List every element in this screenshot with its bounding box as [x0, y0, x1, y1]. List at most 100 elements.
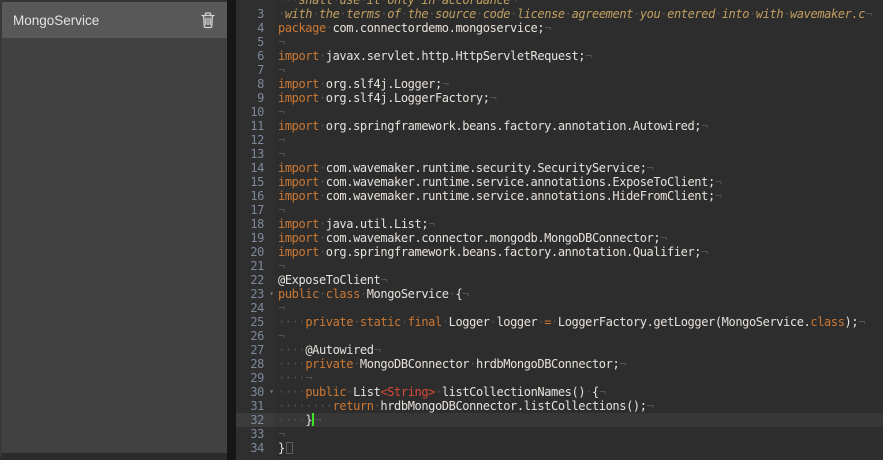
- line-number[interactable]: 21: [236, 259, 275, 273]
- line-number[interactable]: 23▾: [236, 287, 275, 301]
- line-end-marker: ¬: [278, 63, 285, 77]
- line-number[interactable]: 15: [236, 175, 275, 189]
- line-end-marker: ¬: [510, 0, 517, 7]
- line-end-marker: ¬: [490, 91, 497, 105]
- line-number[interactable]: 5: [236, 35, 275, 49]
- service-name-label: MongoService: [13, 13, 196, 28]
- code-line[interactable]: 24¬: [236, 301, 883, 315]
- line-number[interactable]: 34: [236, 441, 275, 455]
- line-end-marker: ¬: [701, 119, 708, 133]
- line-end-marker: ¬: [278, 133, 285, 147]
- code-line[interactable]: 31········return·hrdbMongoDBConnector.li…: [236, 399, 883, 413]
- code-lines: ···shall·use·it·only·in·accordance¬3·wit…: [236, 0, 883, 455]
- code-line[interactable]: 18import·java.util.List;¬: [236, 217, 883, 231]
- line-end-marker: ¬: [442, 77, 449, 91]
- line-end-marker: ¬: [865, 7, 872, 21]
- fold-icon[interactable]: ▾: [269, 287, 274, 301]
- line-number[interactable]: 28: [236, 357, 275, 371]
- code-line[interactable]: 16import·com.wavemaker.runtime.service.a…: [236, 189, 883, 203]
- code-line[interactable]: 21¬: [236, 259, 883, 273]
- line-number[interactable]: 3: [236, 7, 275, 21]
- code-line[interactable]: 4package·com.connectordemo.mongoservice;…: [236, 21, 883, 35]
- line-number[interactable]: 11: [236, 119, 275, 133]
- panel-splitter[interactable]: [227, 0, 236, 460]
- line-end-marker: ¬: [428, 217, 435, 231]
- line-number[interactable]: 20: [236, 245, 275, 259]
- line-end-marker: ¬: [278, 147, 285, 161]
- code-line[interactable]: 28····private·MongoDBConnector·hrdbMongo…: [236, 357, 883, 371]
- line-number[interactable]: 30▾: [236, 385, 275, 399]
- code-line[interactable]: 10¬: [236, 105, 883, 119]
- line-end-marker: ¬: [314, 413, 321, 427]
- line-number[interactable]: 7: [236, 63, 275, 77]
- line-number[interactable]: 13: [236, 147, 275, 161]
- line-number[interactable]: 27: [236, 343, 275, 357]
- fold-icon[interactable]: ▾: [269, 385, 274, 399]
- code-line[interactable]: 27····@Autowired¬: [236, 343, 883, 357]
- line-number[interactable]: 24: [236, 301, 275, 315]
- line-number[interactable]: 12: [236, 133, 275, 147]
- code-editor[interactable]: ···shall·use·it·only·in·accordance¬3·wit…: [236, 0, 883, 460]
- line-end-marker: ¬: [278, 203, 285, 217]
- code-line[interactable]: 25····private·static·final·Logger·logger…: [236, 315, 883, 329]
- code-line[interactable]: 13¬: [236, 147, 883, 161]
- line-number[interactable]: 8: [236, 77, 275, 91]
- line-end-marker: ¬: [278, 329, 285, 343]
- line-number[interactable]: 16: [236, 189, 275, 203]
- code-line[interactable]: 34}: [236, 441, 883, 455]
- code-line[interactable]: 14import·com.wavemaker.runtime.security.…: [236, 161, 883, 175]
- line-end-marker: ¬: [278, 35, 285, 49]
- line-number[interactable]: 4: [236, 21, 275, 35]
- line-number[interactable]: 6: [236, 49, 275, 63]
- code-line[interactable]: 12¬: [236, 133, 883, 147]
- line-number[interactable]: 31: [236, 399, 275, 413]
- line-end-marker: ¬: [585, 49, 592, 63]
- line-end-marker: ¬: [380, 273, 387, 287]
- line-end-marker: ¬: [858, 315, 865, 329]
- line-number[interactable]: 14: [236, 161, 275, 175]
- line-number[interactable]: 19: [236, 231, 275, 245]
- line-number[interactable]: [236, 0, 275, 7]
- line-end-marker: ¬: [305, 371, 312, 385]
- code-line[interactable]: 23▾public·class·MongoService·{¬: [236, 287, 883, 301]
- code-line[interactable]: 26¬: [236, 329, 883, 343]
- delete-service-button[interactable]: [196, 7, 220, 33]
- code-line[interactable]: ···shall·use·it·only·in·accordance¬: [236, 0, 883, 7]
- code-line[interactable]: 17¬: [236, 203, 883, 217]
- code-line[interactable]: 3·with·the·terms·of·the·source·code·lice…: [236, 7, 883, 21]
- line-end-marker: ¬: [278, 105, 285, 119]
- line-end-marker: ¬: [278, 301, 285, 315]
- line-end-marker: ¬: [647, 161, 654, 175]
- code-line[interactable]: 15import·com.wavemaker.runtime.service.a…: [236, 175, 883, 189]
- code-line[interactable]: 8import·org.slf4j.Logger;¬: [236, 77, 883, 91]
- code-line[interactable]: 6import·javax.servlet.http.HttpServletRe…: [236, 49, 883, 63]
- code-line[interactable]: 32····}¬: [236, 413, 883, 427]
- code-line[interactable]: 9import·org.slf4j.LoggerFactory;¬: [236, 91, 883, 105]
- code-line[interactable]: 11import·org.springframework.beans.facto…: [236, 119, 883, 133]
- code-line[interactable]: 22@ExposeToClient¬: [236, 273, 883, 287]
- code-line[interactable]: 19import·com.wavemaker.connector.mongodb…: [236, 231, 883, 245]
- sidebar-item-mongoservice[interactable]: MongoService: [2, 2, 227, 38]
- line-end-marker: ¬: [715, 189, 722, 203]
- code-line[interactable]: 5¬: [236, 35, 883, 49]
- code-line[interactable]: 20import·org.springframework.beans.facto…: [236, 245, 883, 259]
- code-line[interactable]: 30▾····public·List<String>·listCollectio…: [236, 385, 883, 399]
- code-line[interactable]: 33¬: [236, 427, 883, 441]
- line-number[interactable]: 22: [236, 273, 275, 287]
- line-number[interactable]: 18: [236, 217, 275, 231]
- line-number[interactable]: 33: [236, 427, 275, 441]
- line-end-marker: ¬: [278, 259, 285, 273]
- line-number[interactable]: 25: [236, 315, 275, 329]
- services-sidebar: MongoService: [0, 0, 227, 460]
- code-line[interactable]: 7¬: [236, 63, 883, 77]
- code-line[interactable]: 29····¬: [236, 371, 883, 385]
- line-number[interactable]: 26: [236, 329, 275, 343]
- line-end-marker: ¬: [701, 245, 708, 259]
- line-end-marker: ¬: [715, 175, 722, 189]
- line-number[interactable]: 10: [236, 105, 275, 119]
- line-end-marker: ¬: [374, 343, 381, 357]
- line-number[interactable]: 29: [236, 371, 275, 385]
- line-number[interactable]: 32: [236, 413, 275, 427]
- line-number[interactable]: 17: [236, 203, 275, 217]
- line-number[interactable]: 9: [236, 91, 275, 105]
